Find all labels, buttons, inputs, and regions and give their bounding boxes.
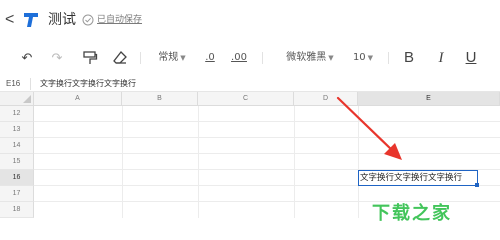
font-size-label: 10 <box>352 52 366 63</box>
cell-e16-value: 文字换行文字换行文字换行 <box>360 173 463 183</box>
chevron-down-icon: ▼ <box>367 54 374 62</box>
select-all-corner[interactable] <box>0 92 34 106</box>
document-title[interactable]: 测试 <box>48 11 76 29</box>
cell-reference[interactable]: E16 <box>6 78 20 90</box>
decrease-decimal-button[interactable]: .0 <box>200 48 220 68</box>
spreadsheet-grid[interactable]: A B C D E 12 13 14 15 16 17 18 文字换行文字换行文… <box>0 92 500 218</box>
formula-bar: E16 文字换行文字换行文字换行 <box>0 76 500 92</box>
number-format-label: 常规 <box>158 52 179 63</box>
chevron-down-icon: ▼ <box>328 54 334 62</box>
font-family-label: 微软雅黑 <box>286 52 327 63</box>
column-header-c[interactable]: C <box>198 92 294 106</box>
watermark: 下载之家 <box>372 203 452 224</box>
grid-line <box>34 153 500 154</box>
underline-button[interactable]: U <box>462 48 480 68</box>
toolbar-divider <box>262 52 263 64</box>
app-logo-icon <box>22 11 40 29</box>
toolbar: ↶ ↷ 常规 ▼ .0 .00 微软雅黑 ▼ 10 ▼ B I U <box>0 40 500 76</box>
font-size-dropdown[interactable]: 10 ▼ <box>348 48 378 68</box>
font-family-dropdown[interactable]: 微软雅黑 ▼ <box>280 48 340 68</box>
undo-button[interactable]: ↶ <box>18 48 36 68</box>
row-header-17[interactable]: 17 <box>0 186 34 202</box>
row-header-13[interactable]: 13 <box>0 122 34 138</box>
row-header-18[interactable]: 18 <box>0 202 34 218</box>
select-all-icon <box>23 95 31 103</box>
formula-divider <box>30 78 31 90</box>
chevron-down-icon: ▼ <box>180 54 186 62</box>
format-painter-icon[interactable] <box>82 50 98 66</box>
toolbar-divider <box>140 52 141 64</box>
check-circle-icon <box>82 14 94 26</box>
row-header-14[interactable]: 14 <box>0 138 34 154</box>
grid-line <box>34 201 500 202</box>
row-header-12[interactable]: 12 <box>0 106 34 122</box>
increase-decimal-button[interactable]: .00 <box>228 48 250 68</box>
formula-input[interactable]: 文字换行文字换行文字换行 <box>40 78 136 90</box>
fill-handle[interactable] <box>475 183 479 187</box>
title-bar: < 测试 已自动保存 <box>0 0 500 40</box>
redo-button[interactable]: ↷ <box>48 48 66 68</box>
row-header-15[interactable]: 15 <box>0 154 34 170</box>
column-header-b[interactable]: B <box>122 92 198 106</box>
column-header-a[interactable]: A <box>34 92 122 106</box>
grid-line <box>34 121 500 122</box>
column-header-e[interactable]: E <box>358 92 500 106</box>
back-button[interactable]: < <box>5 10 19 30</box>
bold-button[interactable]: B <box>400 48 418 68</box>
row-header-16[interactable]: 16 <box>0 170 34 186</box>
italic-button[interactable]: I <box>432 48 450 68</box>
autosave-status: 已自动保存 <box>97 15 143 25</box>
grid-line <box>34 137 500 138</box>
eraser-icon[interactable] <box>112 50 128 66</box>
column-header-d[interactable]: D <box>294 92 358 106</box>
toolbar-divider <box>388 52 389 64</box>
number-format-dropdown[interactable]: 常规 ▼ <box>152 48 192 68</box>
